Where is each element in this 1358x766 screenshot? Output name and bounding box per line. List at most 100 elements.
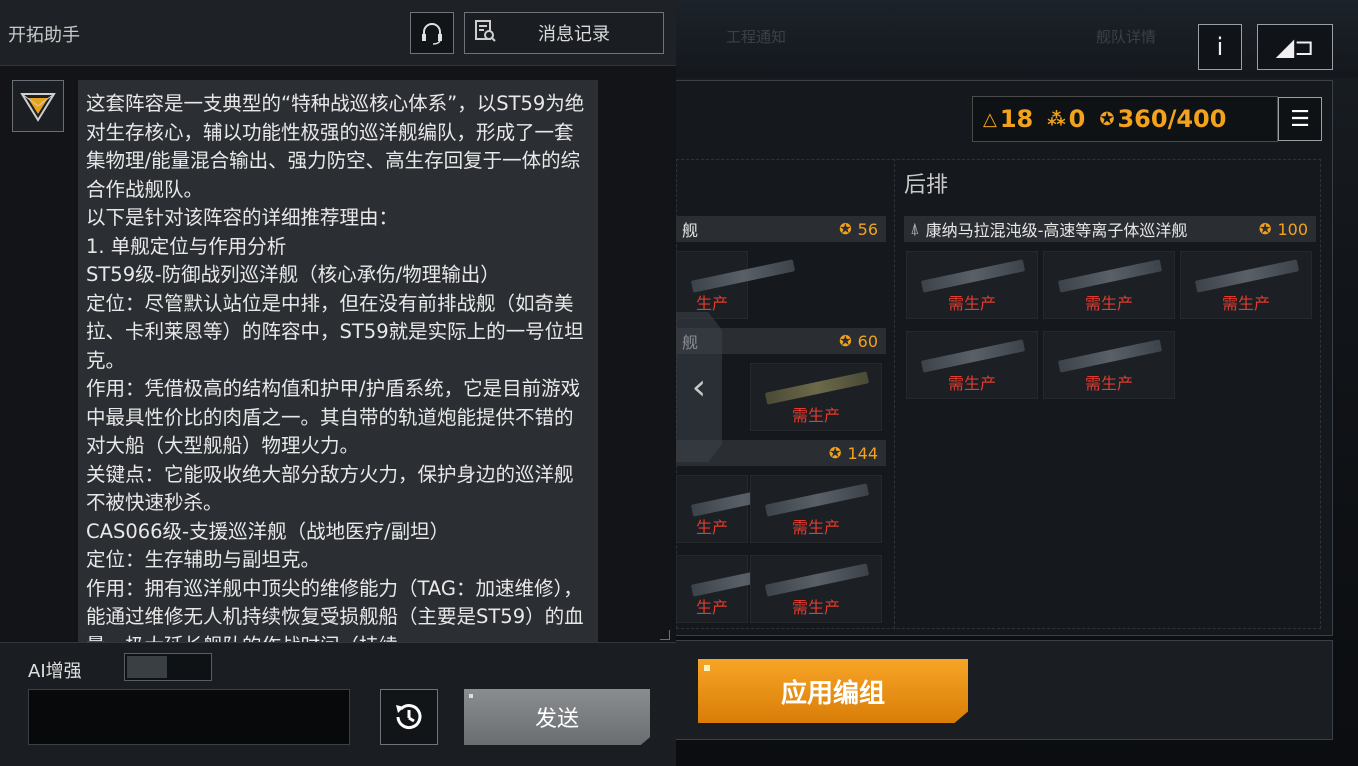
ship-class-icon: ⍋ bbox=[910, 219, 920, 238]
resource-command: △ 18 bbox=[983, 105, 1033, 133]
assistant-panel: 开拓助手 消息记录 这套阵容是一支典型的“特种战巡核心体系”，以ST59为绝对生… bbox=[0, 0, 676, 766]
clock-history-icon bbox=[396, 704, 422, 730]
triangle-icon: △ bbox=[983, 108, 997, 130]
ship-image bbox=[920, 259, 1026, 293]
cost-value: 144 bbox=[847, 443, 878, 463]
capacity-icon: ✪ bbox=[828, 444, 842, 462]
message-input[interactable] bbox=[28, 689, 350, 745]
triad-icon: ⁂ bbox=[1047, 108, 1066, 130]
ship-card[interactable]: 需生产 bbox=[1043, 331, 1175, 399]
ship-group-name: 舰 bbox=[682, 221, 699, 240]
capacity-icon: ✪ bbox=[839, 332, 852, 350]
assistant-header: 开拓助手 消息记录 bbox=[0, 0, 676, 66]
ship-card[interactable]: 需生产 bbox=[750, 475, 882, 543]
ship-image bbox=[1194, 259, 1300, 293]
resource-special: ⁂ 0 bbox=[1047, 105, 1085, 133]
resource-value: 360/400 bbox=[1117, 105, 1227, 133]
ship-group-cost: ✪ 100 bbox=[1259, 220, 1308, 239]
scroll-down-icon[interactable]: ⌄⌄ bbox=[326, 608, 353, 627]
ship-group-cost: ✪ 56 bbox=[839, 220, 878, 239]
message-paragraph: CAS066级-支援巡洋舰（战地医疗/副坦） bbox=[86, 519, 450, 543]
back-icon: ◢⊐ bbox=[1275, 33, 1315, 61]
collapse-tab[interactable]: ‹ bbox=[676, 312, 722, 462]
need-produce-label: 需生产 bbox=[1084, 294, 1133, 313]
need-produce-label: 需生产 bbox=[791, 518, 840, 537]
ship-card[interactable]: 需生产 bbox=[1180, 251, 1312, 319]
apply-formation-button[interactable]: 应用编组 bbox=[698, 659, 968, 723]
need-produce-label: 需生产 bbox=[791, 598, 840, 617]
cost-value: 60 bbox=[857, 331, 878, 351]
list-button[interactable]: ☰ bbox=[1278, 97, 1322, 141]
ship-card[interactable]: 生产 bbox=[676, 475, 796, 543]
info-button[interactable]: i bbox=[1198, 24, 1242, 70]
ship-group-header: ⍋ 康纳马拉混沌级-高速等离子体巡洋舰 ✪ 100 bbox=[904, 216, 1316, 242]
resource-capacity: ✪ 360/400 bbox=[1099, 105, 1226, 133]
capacity-icon: ✪ bbox=[839, 220, 852, 238]
top-bar: 工程通知 舰队详情 bbox=[676, 0, 1358, 78]
history-restore-button[interactable] bbox=[380, 689, 438, 745]
message-paragraph: 定位：尽管默认站位是中排，但在没有前排战舰（如奇美拉、卡利莱恩等）的阵容中，ST… bbox=[86, 291, 584, 372]
resize-corner bbox=[660, 630, 670, 640]
assistant-message: 这套阵容是一支典型的“特种战巡核心体系”，以ST59为绝对生存核心，辅以功能性极… bbox=[78, 80, 598, 642]
need-produce-label: 需生产 bbox=[947, 374, 996, 393]
ship-image bbox=[1057, 339, 1163, 373]
assistant-logo-icon bbox=[20, 93, 56, 122]
ship-card[interactable]: 需生产 bbox=[1043, 251, 1175, 319]
game-screen: 工程通知 舰队详情 i ◢⊐ △ 18 ⁂ 0 ✪ 360/400 ☰ 后排 舰 ✪ 5… bbox=[0, 0, 1358, 766]
customer-service-button[interactable] bbox=[410, 12, 454, 54]
back-row-title: 后排 bbox=[904, 173, 949, 198]
need-produce-label: 需生产 bbox=[947, 294, 996, 313]
ship-group-cost: ✪ 60 bbox=[839, 332, 878, 351]
cost-value: 56 bbox=[857, 219, 878, 239]
ship-image bbox=[1057, 259, 1163, 293]
ship-card[interactable]: 需生产 bbox=[906, 251, 1038, 319]
list-icon: ☰ bbox=[1290, 106, 1310, 132]
need-produce-label: 需生产 bbox=[1084, 374, 1133, 393]
ship-image bbox=[764, 371, 870, 405]
need-produce-label: 需生产 bbox=[791, 406, 840, 425]
ship-card[interactable]: 需生产 bbox=[906, 331, 1038, 399]
message-paragraph: ST59级-防御战列巡洋舰（核心承伤/物理输出） bbox=[86, 263, 500, 286]
need-produce-label: 需生产 bbox=[1221, 294, 1270, 313]
headset-icon bbox=[422, 23, 442, 45]
message-paragraph: 以下是针对该阵容的详细推荐理由： bbox=[86, 206, 399, 229]
send-button[interactable]: 发送 bbox=[464, 689, 650, 745]
ship-group-name: 康纳马拉混沌级-高速等离子体巡洋舰 bbox=[925, 221, 1188, 240]
info-icon: i bbox=[1216, 33, 1224, 61]
ship-card[interactable]: 需生产 bbox=[750, 363, 882, 431]
message-paragraph: 1. 单舰定位与作用分析 bbox=[86, 234, 287, 258]
ship-card[interactable]: 需生产 bbox=[750, 555, 882, 623]
need-produce-label: 生产 bbox=[695, 518, 728, 537]
history-icon bbox=[465, 19, 505, 48]
assistant-input-bar: AI增强 发送 bbox=[0, 642, 676, 766]
top-bar-ghost-text: 舰队详情 bbox=[1096, 28, 1157, 46]
need-produce-label: 生产 bbox=[695, 294, 728, 313]
back-button[interactable]: ◢⊐ bbox=[1257, 24, 1333, 70]
ship-image bbox=[764, 483, 870, 517]
ship-card[interactable]: 生产 bbox=[676, 555, 796, 623]
resource-value: 18 bbox=[999, 105, 1034, 133]
ai-enhance-label: AI增强 bbox=[28, 661, 82, 682]
assistant-avatar bbox=[12, 80, 64, 132]
ai-enhance-toggle[interactable] bbox=[124, 653, 212, 681]
message-paragraph: 作用：凭借极高的结构值和护甲/护盾系统，它是目前游戏中最具性价比的肉盾之一。其自… bbox=[86, 377, 581, 457]
capacity-icon: ✪ bbox=[1258, 220, 1272, 238]
resource-bar: △ 18 ⁂ 0 ✪ 360/400 bbox=[972, 96, 1278, 142]
divider bbox=[894, 159, 895, 629]
message-paragraph: 定位：生存辅助与副坦克。 bbox=[86, 548, 321, 571]
ship-group-cost: ✪ 144 bbox=[829, 444, 878, 463]
top-bar-ghost-text: 工程通知 bbox=[726, 28, 787, 46]
ship-group-header: 舰 ✪ 56 bbox=[676, 216, 886, 242]
toggle-knob bbox=[127, 656, 167, 678]
message-paragraph: 这套阵容是一支典型的“特种战巡核心体系”，以ST59为绝对生存核心，辅以功能性极… bbox=[86, 92, 585, 201]
message-history-label: 消息记录 bbox=[538, 24, 610, 45]
cost-value: 100 bbox=[1277, 219, 1308, 239]
chat-area[interactable]: 这套阵容是一支典型的“特种战巡核心体系”，以ST59为绝对生存核心，辅以功能性极… bbox=[0, 66, 676, 642]
resource-value: 0 bbox=[1068, 105, 1086, 133]
fleet-panel: △18 ⁂0 ✪360/400 ☰ 后排 舰 ✪56 生产 舰 ✪60 需生产 … bbox=[676, 80, 1333, 636]
ship-card[interactable]: 生产 bbox=[676, 251, 796, 319]
assistant-title: 开拓助手 bbox=[8, 25, 80, 46]
need-produce-label: 生产 bbox=[695, 598, 728, 617]
ship-image bbox=[764, 563, 870, 597]
message-history-button[interactable]: 消息记录 bbox=[464, 12, 664, 54]
